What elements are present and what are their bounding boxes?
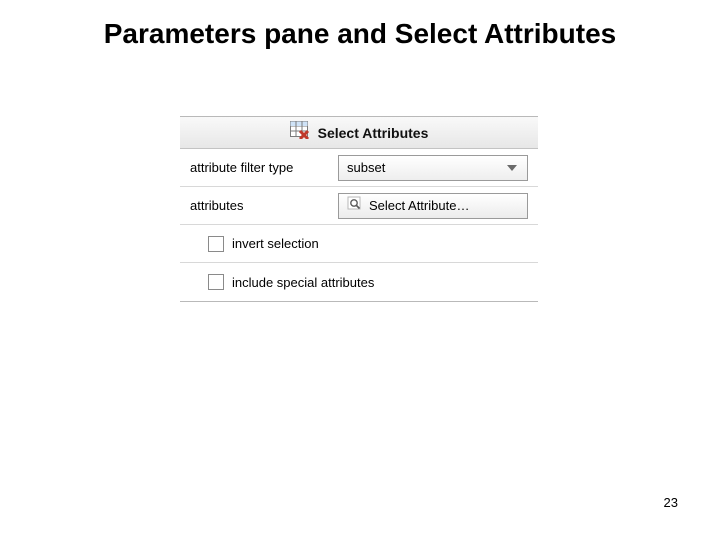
select-attribute-button[interactable]: Select Attribute… [338, 193, 528, 219]
label-attributes: attributes [190, 198, 338, 213]
panel-header: Select Attributes [180, 117, 538, 149]
magnifier-icon [347, 196, 363, 215]
chevron-down-icon [503, 165, 521, 171]
panel-title: Select Attributes [318, 125, 429, 141]
combo-attribute-filter-type[interactable]: subset [338, 155, 528, 181]
table-select-icon [290, 121, 310, 144]
param-row-filter-type: attribute filter type subset [180, 149, 538, 187]
label-attribute-filter-type: attribute filter type [190, 160, 338, 175]
checkbox-include-special-attributes[interactable] [208, 274, 224, 290]
param-row-invert-selection: invert selection [180, 225, 538, 263]
slide-title: Parameters pane and Select Attributes [40, 18, 680, 50]
combo-value: subset [347, 160, 385, 175]
checkbox-invert-selection[interactable] [208, 236, 224, 252]
page-number: 23 [664, 495, 678, 510]
label-invert-selection: invert selection [232, 236, 319, 251]
param-row-attributes: attributes Select Attribute… [180, 187, 538, 225]
label-include-special-attributes: include special attributes [232, 275, 374, 290]
parameters-panel: Select Attributes attribute filter type … [180, 116, 538, 302]
param-row-include-special: include special attributes [180, 263, 538, 301]
button-label: Select Attribute… [369, 198, 469, 213]
